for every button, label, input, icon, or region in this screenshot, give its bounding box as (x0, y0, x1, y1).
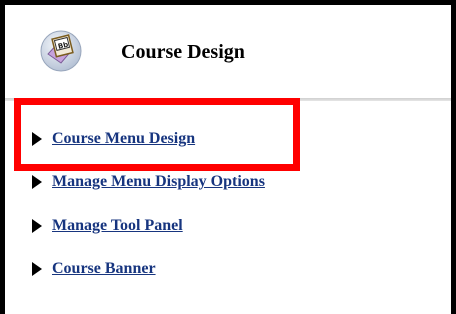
panel-header: Bb Course Design (5, 5, 451, 95)
triangle-right-icon (31, 262, 43, 276)
list-item: Course Banner (5, 257, 156, 281)
list-item: Manage Menu Display Options (5, 170, 265, 194)
course-banner-link[interactable]: Course Banner (52, 260, 156, 278)
manage-menu-display-options-link[interactable]: Manage Menu Display Options (52, 173, 265, 191)
page-title: Course Design (121, 41, 245, 63)
triangle-right-icon (31, 132, 43, 146)
header-divider (5, 98, 451, 101)
course-design-icon: Bb (39, 29, 83, 73)
triangle-right-icon (31, 219, 43, 233)
manage-tool-panel-link[interactable]: Manage Tool Panel (52, 217, 183, 235)
list-item: Manage Tool Panel (5, 214, 183, 238)
course-menu-design-link[interactable]: Course Menu Design (52, 130, 195, 148)
triangle-right-icon (31, 175, 43, 189)
list-item: Course Menu Design (5, 127, 195, 151)
